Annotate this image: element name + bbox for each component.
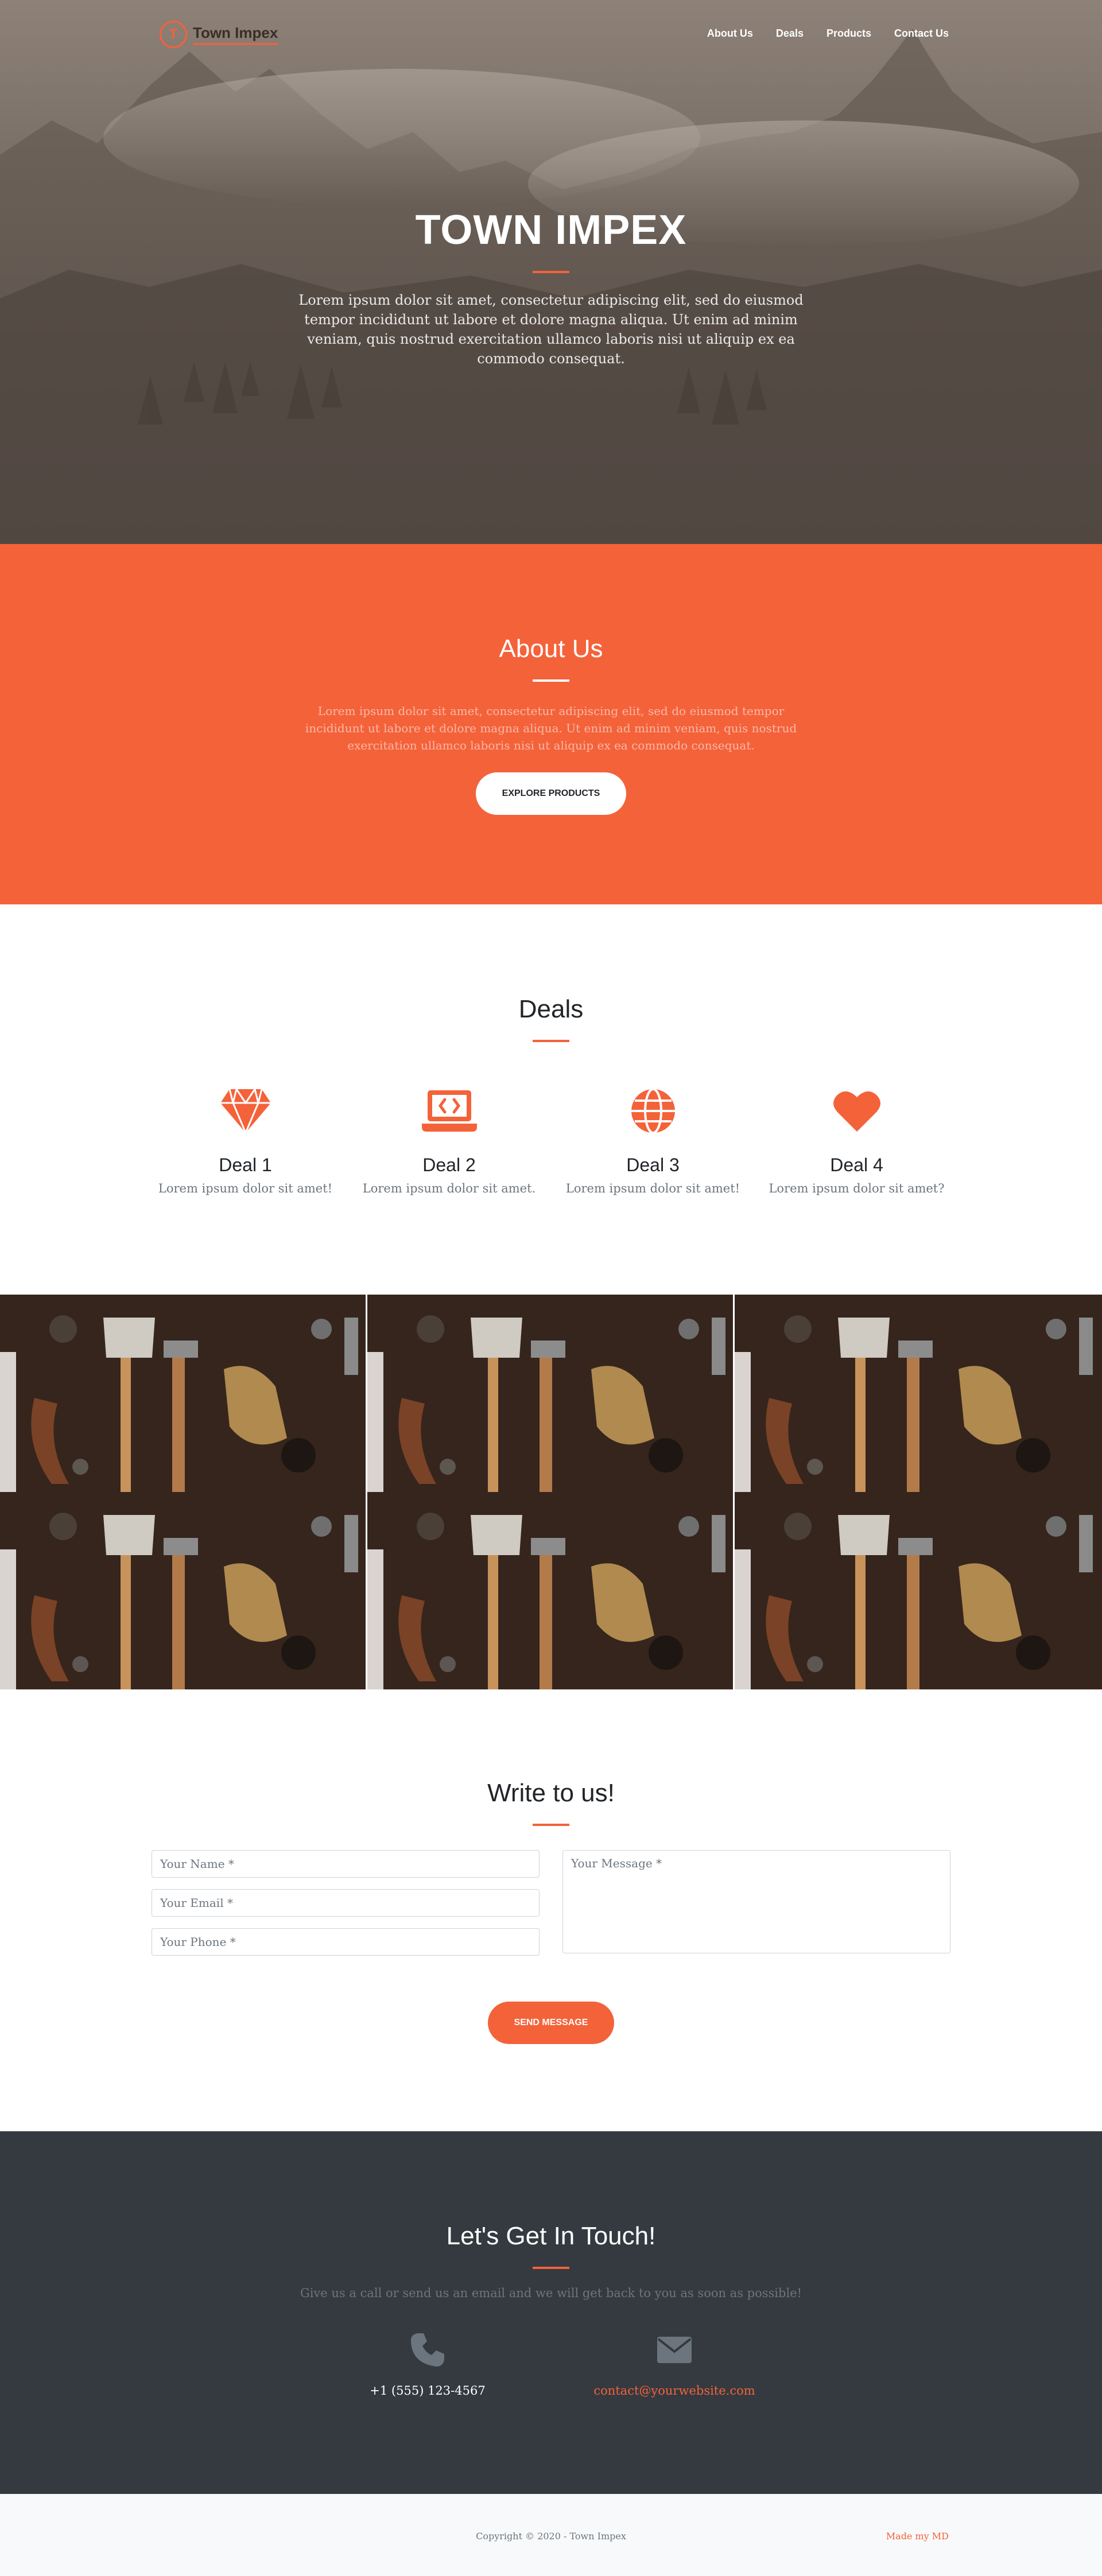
globe-icon — [551, 1087, 755, 1135]
phone-icon — [304, 2330, 551, 2370]
contact-form-title: Write to us! — [487, 1779, 615, 1807]
deal-name: Deal 1 — [219, 1155, 272, 1175]
send-message-button[interactable]: Send Message — [488, 2002, 614, 2044]
deals-divider — [533, 1040, 569, 1042]
deal-item: Deal 2 Lorem ipsum dolor sit amet. — [347, 1087, 551, 1195]
contact-form-section: Write to us! Your Name * Your Email * Yo… — [0, 1689, 1102, 2131]
brand-logo-icon: T — [160, 21, 187, 48]
get-in-touch-divider — [533, 2267, 569, 2269]
envelope-icon — [551, 2330, 798, 2370]
nav-link-deals[interactable]: Deals — [776, 28, 804, 40]
hero-title: TOWN IMPEX — [415, 207, 687, 253]
tools-image — [735, 1492, 1102, 1689]
portfolio-tile[interactable] — [367, 1295, 735, 1492]
heart-icon — [755, 1087, 959, 1135]
footer: Copyright © 2020 - Town Impex Made my MD — [0, 2494, 1102, 2576]
laptop-code-icon — [347, 1087, 551, 1135]
form-right-column: Your Message * — [562, 1850, 950, 1956]
tools-image — [0, 1295, 366, 1492]
name-field[interactable]: Your Name * — [152, 1850, 540, 1878]
tools-image — [367, 1295, 733, 1492]
get-in-touch-title: Let's Get In Touch! — [446, 2222, 656, 2250]
nav-link-products[interactable]: Products — [826, 28, 871, 40]
hero-divider — [533, 271, 569, 273]
tools-image — [0, 1492, 366, 1689]
about-section: About Us Lorem ipsum dolor sit amet, con… — [0, 544, 1102, 904]
gem-icon — [143, 1087, 347, 1135]
email-link[interactable]: contact@yourwebsite.com — [551, 2384, 798, 2398]
nav-link-about-us[interactable]: About Us — [707, 28, 753, 40]
nav-links: About Us Deals Products Contact Us — [707, 28, 949, 40]
hero-section: T Town Impex About Us Deals Products Con… — [0, 0, 1102, 544]
deal-text: Lorem ipsum dolor sit amet! — [158, 1182, 333, 1195]
tools-image — [735, 1295, 1102, 1492]
contact-form: Your Name * Your Email * Your Phone * Yo… — [152, 1850, 950, 1956]
about-divider — [533, 679, 569, 682]
portfolio-tile[interactable] — [0, 1295, 367, 1492]
email-contact: contact@yourwebsite.com — [551, 2330, 798, 2398]
hero-content: TOWN IMPEX Lorem ipsum dolor sit amet, c… — [0, 207, 1102, 368]
phone-number[interactable]: +1 (555) 123-4567 — [304, 2384, 551, 2398]
deal-grid: Deal 1 Lorem ipsum dolor sit amet! Deal … — [143, 1087, 959, 1195]
top-navbar: T Town Impex About Us Deals Products Con… — [0, 0, 1102, 71]
tools-image — [367, 1492, 733, 1689]
phone-field[interactable]: Your Phone * — [152, 1928, 540, 1956]
deal-name: Deal 2 — [422, 1155, 476, 1175]
portfolio-tile[interactable] — [735, 1492, 1102, 1689]
get-in-touch-text: Give us a call or send us an email and w… — [300, 2286, 802, 2300]
deal-text: Lorem ipsum dolor sit amet. — [362, 1182, 536, 1195]
about-title: About Us — [499, 635, 603, 663]
message-field[interactable]: Your Message * — [562, 1850, 950, 1953]
about-text: Lorem ipsum dolor sit amet, consectetur … — [305, 704, 797, 752]
deal-item: Deal 3 Lorem ipsum dolor sit amet! — [551, 1087, 755, 1195]
portfolio-gallery — [0, 1295, 1102, 1689]
deal-name: Deal 3 — [626, 1155, 680, 1175]
deal-item: Deal 4 Lorem ipsum dolor sit amet? — [755, 1087, 959, 1195]
deals-title: Deals — [518, 995, 584, 1023]
made-by-link[interactable]: Made my MD — [886, 2531, 949, 2542]
deal-name: Deal 4 — [830, 1155, 883, 1175]
brand-logo-letter: T — [169, 26, 178, 42]
deal-text: Lorem ipsum dolor sit amet! — [565, 1182, 740, 1195]
deals-section: Deals Deal 1 Lorem ipsum dolor sit amet! — [0, 904, 1102, 1295]
contact-methods: +1 (555) 123-4567 contact@yourwebsite.co… — [0, 2330, 1102, 2398]
brand-name: Town Impex — [193, 24, 278, 45]
explore-products-button[interactable]: Explore Products — [476, 772, 626, 815]
form-left-column: Your Name * Your Email * Your Phone * — [152, 1850, 540, 1956]
deal-item: Deal 1 Lorem ipsum dolor sit amet! — [143, 1087, 347, 1195]
portfolio-tile[interactable] — [367, 1492, 735, 1689]
contact-form-divider — [533, 1824, 569, 1826]
portfolio-tile[interactable] — [0, 1492, 367, 1689]
phone-contact: +1 (555) 123-4567 — [304, 2330, 551, 2398]
brand-link[interactable]: T Town Impex — [160, 21, 278, 48]
hero-text: Lorem ipsum dolor sit amet, consectetur … — [298, 292, 804, 367]
get-in-touch-section: Let's Get In Touch! Give us a call or se… — [0, 2131, 1102, 2494]
nav-link-contact-us[interactable]: Contact Us — [894, 28, 949, 40]
portfolio-tile[interactable] — [735, 1295, 1102, 1492]
message-placeholder: Your Message * — [571, 1856, 662, 1870]
deal-text: Lorem ipsum dolor sit amet? — [769, 1182, 945, 1195]
email-field[interactable]: Your Email * — [152, 1889, 540, 1917]
